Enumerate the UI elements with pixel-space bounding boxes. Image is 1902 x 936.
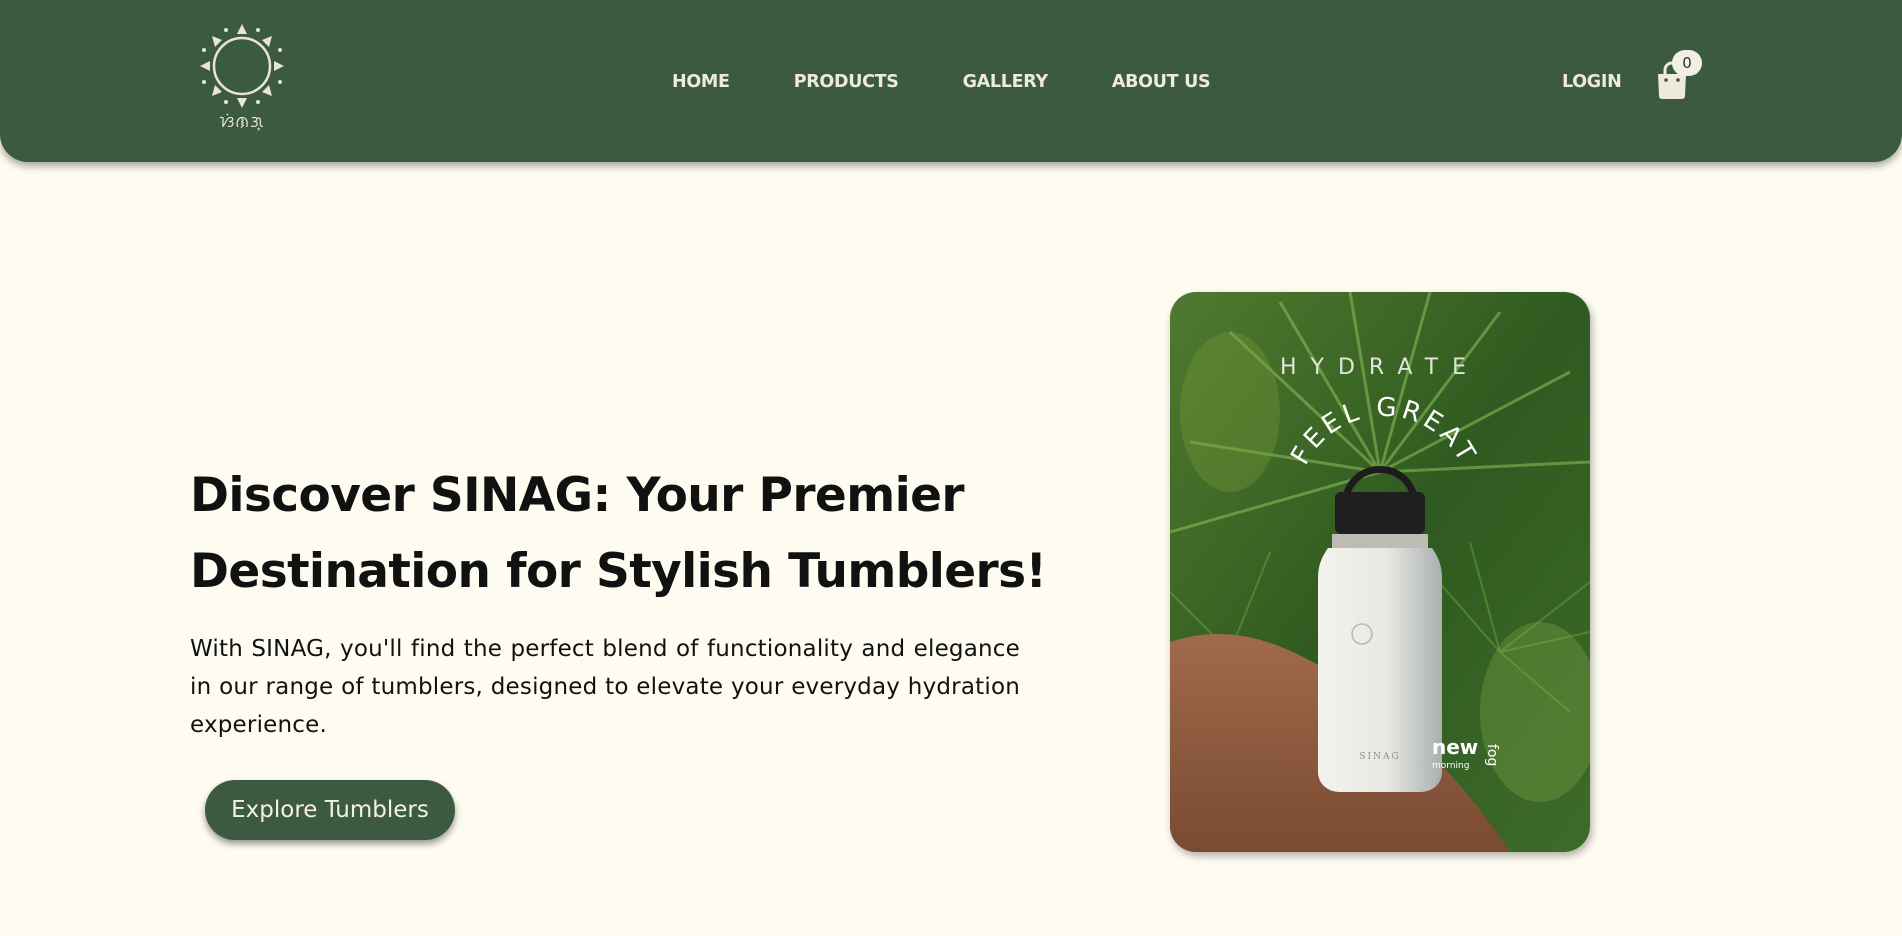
bottle-brand: SINAG (1359, 752, 1400, 762)
nav-about-us[interactable]: ABOUT US (1112, 70, 1211, 94)
tumbler-photo: HYDRATE FEEL GREAT SINAG new morning fog (1170, 292, 1590, 852)
nav-gallery[interactable]: GALLERY (963, 70, 1049, 94)
main-nav: HOME PRODUCTS GALLERY ABOUT US (672, 70, 1274, 94)
hero-description: With SINAG, you'll find the perfect blen… (190, 636, 1020, 738)
sinag-logo[interactable]: ᜐᜒᜈᜄ᜔ (196, 22, 288, 134)
cart-count-badge: 0 (1672, 50, 1702, 76)
color-name-fog: fog (1484, 744, 1500, 766)
logo-wordmark: ᜐᜒᜈᜄ᜔ (219, 112, 265, 131)
hydrate-text: HYDRATE (1280, 355, 1480, 380)
hero-product-image: HYDRATE FEEL GREAT SINAG new morning fog (1170, 292, 1590, 852)
color-name-new: new (1432, 735, 1478, 759)
nav-home[interactable]: HOME (672, 70, 730, 94)
color-name-morning: morning (1432, 761, 1469, 771)
sun-logo-icon (200, 24, 284, 108)
explore-tumblers-button[interactable]: Explore Tumblers (205, 780, 455, 840)
nav-products[interactable]: PRODUCTS (794, 70, 899, 94)
hero-title: Discover SINAG: Your Premier Destination… (190, 468, 1047, 599)
login-link[interactable]: LOGIN (1562, 70, 1622, 94)
navbar: ᜐᜒᜈᜄ᜔ HOME PRODUCTS GALLERY ABOUT US LOG… (0, 0, 1902, 162)
